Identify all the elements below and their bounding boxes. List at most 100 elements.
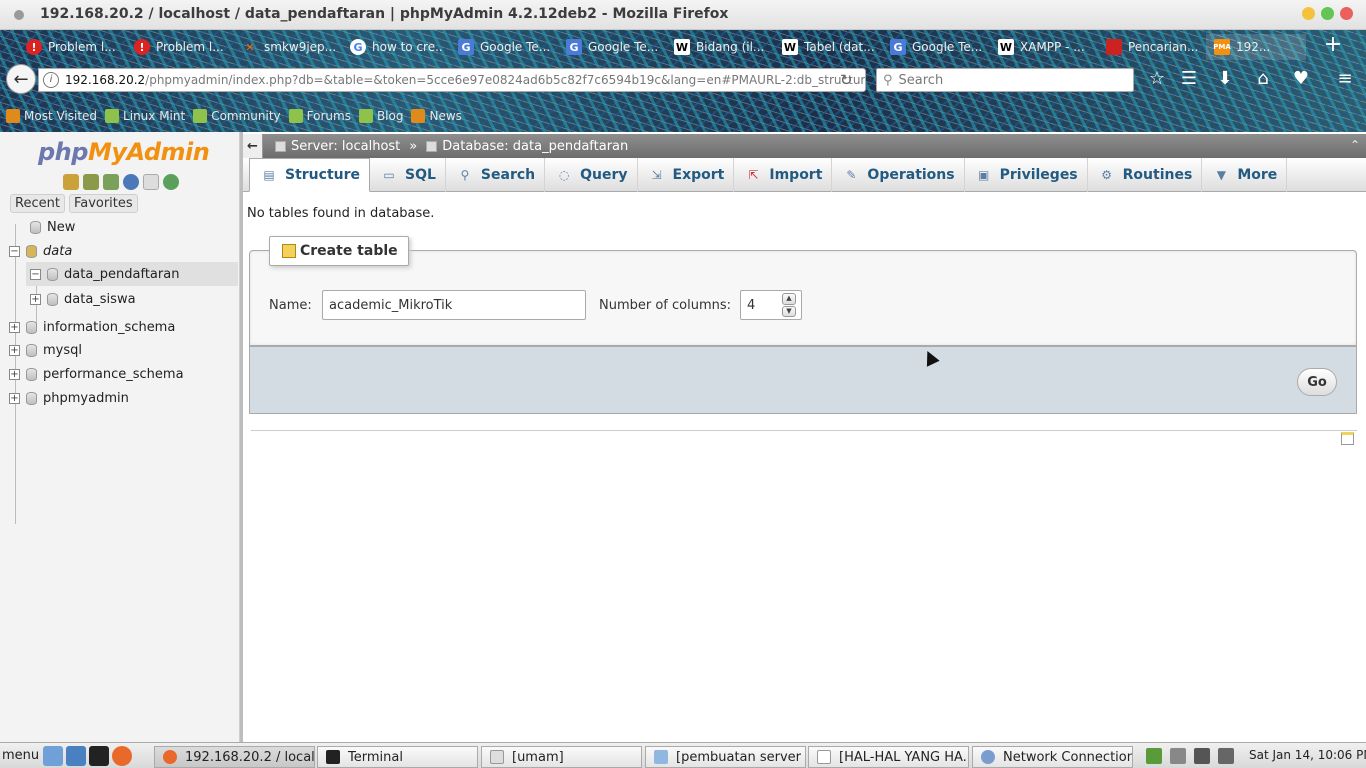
- bookmark-news[interactable]: News: [411, 109, 462, 123]
- window-menu-icon[interactable]: [14, 10, 24, 20]
- tree-item-information-schema[interactable]: + information_schema: [9, 316, 175, 338]
- columns-stepper[interactable]: ▲ ▼: [782, 293, 796, 317]
- browser-tab[interactable]: Pencarian...: [1098, 34, 1200, 60]
- breadcrumb-server[interactable]: Server: localhost: [291, 139, 400, 154]
- back-button[interactable]: ←: [6, 64, 36, 94]
- go-button[interactable]: Go: [1297, 368, 1337, 396]
- reload-icon[interactable]: ↻: [840, 71, 853, 89]
- minimize-button[interactable]: [1302, 7, 1315, 20]
- browser-tab[interactable]: ✕ smkw9jep...: [234, 34, 336, 60]
- tab-more[interactable]: ▼ More: [1202, 158, 1288, 192]
- task-network-connections[interactable]: Network Connections: [972, 746, 1133, 768]
- download-icon[interactable]: ⬇: [1214, 68, 1236, 90]
- reading-list-icon[interactable]: ☰: [1178, 68, 1200, 90]
- browser-tab[interactable]: G Google Te...: [882, 34, 984, 60]
- help-icon[interactable]: [123, 174, 139, 190]
- close-button[interactable]: [1340, 7, 1353, 20]
- browser-tab[interactable]: ! Problem l...: [18, 34, 120, 60]
- terminal-icon[interactable]: [89, 745, 110, 766]
- shield-icon[interactable]: [1146, 748, 1162, 764]
- expand-icon[interactable]: +: [9, 321, 20, 333]
- tree-item-phpmyadmin[interactable]: + phpmyadmin: [9, 387, 129, 409]
- tab-import[interactable]: ⇱ Import: [734, 158, 833, 192]
- bookmark-most-visited[interactable]: Most Visited: [6, 109, 97, 123]
- battery-icon[interactable]: [1218, 748, 1234, 764]
- tree-item-data-siswa[interactable]: + data_siswa: [30, 288, 136, 310]
- database-icon: [26, 343, 37, 357]
- tab-export[interactable]: ⇲ Export: [638, 158, 735, 192]
- database-icon: [47, 267, 58, 281]
- google-translate-icon: G: [458, 39, 474, 55]
- favorites-button[interactable]: Favorites: [68, 194, 138, 213]
- tree-item-data[interactable]: − data: [9, 240, 72, 262]
- tab-sql[interactable]: ▭ SQL: [370, 158, 446, 192]
- table-name-input[interactable]: academic_MikroTik: [322, 290, 586, 320]
- task-hal-hal[interactable]: [HAL-HAL YANG HA...: [808, 746, 969, 768]
- google-translate-icon: G: [566, 39, 582, 55]
- tab-structure[interactable]: ▤ Structure: [249, 158, 371, 192]
- console-icon[interactable]: [1341, 432, 1354, 445]
- query-window-icon[interactable]: [103, 174, 119, 190]
- info-icon[interactable]: i: [43, 72, 59, 88]
- breadcrumb-database[interactable]: Database: data_pendaftaran: [442, 139, 628, 154]
- tab-operations[interactable]: ✎ Operations: [832, 158, 965, 192]
- pocket-icon[interactable]: ♥: [1290, 68, 1312, 90]
- browser-tab[interactable]: W XAMPP - ...: [990, 34, 1092, 60]
- maximize-button[interactable]: [1321, 7, 1334, 20]
- wifi-icon[interactable]: [1194, 748, 1210, 764]
- privileges-icon: ▣: [977, 168, 990, 182]
- bookmark-community[interactable]: Community: [193, 109, 281, 123]
- volume-icon[interactable]: [1170, 748, 1186, 764]
- docs-icon[interactable]: [143, 174, 159, 190]
- tab-routines[interactable]: ⚙ Routines: [1088, 158, 1203, 192]
- bookmark-linux-mint[interactable]: Linux Mint: [105, 109, 185, 123]
- url-bar[interactable]: i 192.168.20.2/phpmyadmin/index.php?db=&…: [38, 68, 866, 92]
- browser-tab[interactable]: G Google Te...: [558, 34, 660, 60]
- stepper-up-icon[interactable]: ▲: [782, 293, 796, 305]
- expand-icon[interactable]: +: [9, 392, 20, 404]
- tree-item-data-pendaftaran[interactable]: − data_pendaftaran: [26, 262, 238, 286]
- browser-tab[interactable]: Ghow to cre...: [342, 34, 444, 60]
- clock[interactable]: Sat Jan 14, 10:06 PM: [1249, 748, 1366, 762]
- browser-tab[interactable]: ! Problem l...: [126, 34, 228, 60]
- logout-icon[interactable]: [83, 174, 99, 190]
- task-umam[interactable]: [umam]: [481, 746, 642, 768]
- hamburger-menu-icon[interactable]: ≡: [1334, 68, 1356, 90]
- task-terminal[interactable]: Terminal: [317, 746, 478, 768]
- bookmark-blog[interactable]: Blog: [358, 109, 403, 123]
- tab-privileges[interactable]: ▣ Privileges: [965, 158, 1088, 192]
- task-firefox[interactable]: 192.168.20.2 / local...: [154, 746, 315, 768]
- recent-button[interactable]: Recent: [10, 194, 65, 213]
- reload-nav-icon[interactable]: [163, 174, 179, 190]
- tree-item-new[interactable]: New: [30, 216, 75, 238]
- database-icon: [426, 140, 438, 152]
- new-tab-button[interactable]: +: [1322, 34, 1344, 56]
- pma-logo[interactable]: phpMyAdmin: [38, 138, 210, 166]
- browser-tab-active[interactable]: PMA 192...: [1206, 34, 1306, 60]
- tree-item-performance-schema[interactable]: + performance_schema: [9, 363, 184, 385]
- tree-item-mysql[interactable]: + mysql: [9, 339, 82, 361]
- browser-tab[interactable]: G Google Te...: [450, 34, 552, 60]
- start-menu-button[interactable]: menu: [0, 748, 43, 763]
- tab-query[interactable]: ◌ Query: [545, 158, 638, 192]
- files-icon[interactable]: [66, 745, 87, 766]
- show-desktop-icon[interactable]: [43, 745, 64, 766]
- home-icon[interactable]: ⌂: [1252, 68, 1274, 90]
- bookmark-forums[interactable]: Forums: [288, 109, 351, 123]
- browser-tab[interactable]: W Bidang (il...: [666, 34, 768, 60]
- expand-icon[interactable]: +: [30, 293, 41, 305]
- expand-icon[interactable]: +: [9, 344, 20, 356]
- collapse-icon[interactable]: −: [9, 245, 20, 257]
- collapse-nav-button[interactable]: ←: [243, 134, 263, 158]
- search-input[interactable]: ⚲ Search: [876, 68, 1134, 92]
- firefox-icon[interactable]: [112, 745, 133, 766]
- browser-tab[interactable]: W Tabel (dat...: [774, 34, 876, 60]
- collapse-icon[interactable]: −: [30, 268, 41, 280]
- tab-search[interactable]: ⚲ Search: [446, 158, 546, 192]
- bookmark-star-icon[interactable]: ☆: [1146, 68, 1168, 90]
- expand-icon[interactable]: +: [9, 368, 20, 380]
- task-pembuatan-server[interactable]: [pembuatan server ...: [645, 746, 806, 768]
- home-icon[interactable]: [63, 174, 79, 190]
- collapse-top-icon[interactable]: ⌃: [1350, 138, 1360, 152]
- stepper-down-icon[interactable]: ▼: [782, 305, 796, 317]
